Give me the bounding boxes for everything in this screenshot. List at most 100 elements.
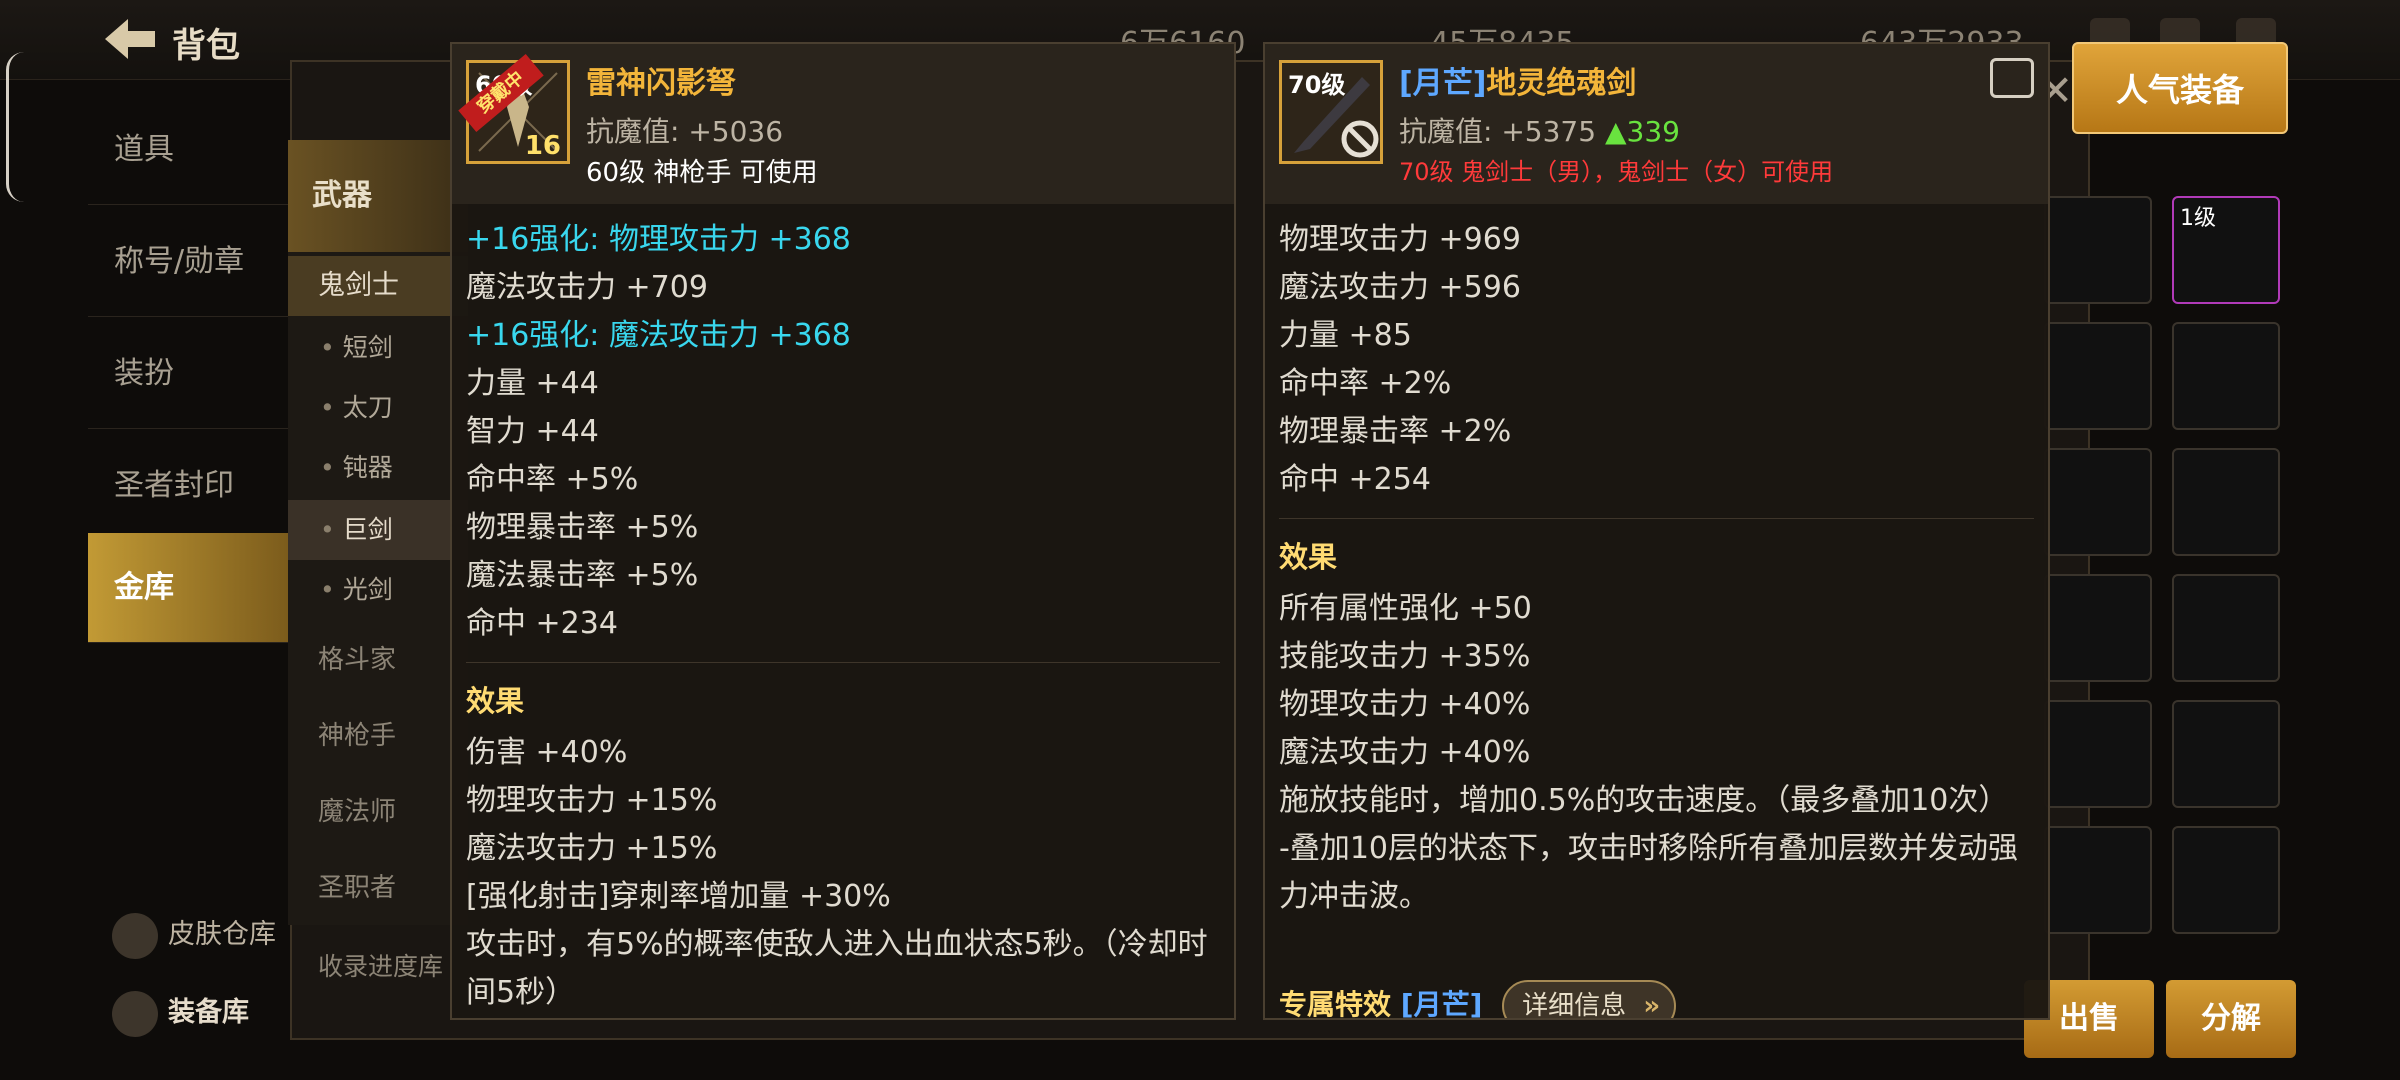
nav-item-vault[interactable]: 金库	[88, 533, 288, 643]
item-level-badge: 70级	[1288, 71, 1346, 99]
item-slot[interactable]: 1级	[2172, 196, 2280, 304]
nav-item-titles[interactable]: 称号/勋章	[88, 207, 288, 317]
stat-line: 物理攻击力 +969	[1279, 222, 1521, 257]
item-slot[interactable]	[2044, 448, 2152, 556]
effect-line: 魔法攻击力 +40%	[1279, 735, 1531, 770]
page-title: 背包	[172, 26, 240, 66]
effect-title: 效果	[466, 684, 525, 718]
tooltip-header: 70级 [月芒]地灵绝魂剑 抗魔值: +5375 ▲339 70级 鬼剑士（男）…	[1265, 44, 2048, 204]
class-fighter[interactable]: 格斗家	[288, 630, 468, 690]
item-name-text: 地灵绝魂剑	[1486, 66, 1637, 101]
popular-equipment-button[interactable]: 人气装备	[2072, 42, 2288, 134]
magic-resist-value: 抗魔值: +5375	[1399, 115, 1597, 148]
item-slot[interactable]	[2172, 322, 2280, 430]
collect-progress-label[interactable]: 收录进度库	[318, 950, 448, 984]
item-slot[interactable]	[2172, 700, 2280, 808]
item-name: [月芒]地灵绝魂剑	[1399, 58, 1636, 102]
item-slot[interactable]	[2172, 448, 2280, 556]
stat-line: 命中率 +5%	[466, 462, 639, 497]
equipment-storage-label: 装备库	[168, 997, 249, 1028]
stat-line: 魔法暴击率 +5%	[466, 558, 699, 593]
item-slot[interactable]	[2172, 826, 2280, 934]
effect-line: 施放技能时，增加0.5%的攻击速度。（最多叠加10次）	[1279, 783, 2009, 818]
effect-line: 物理攻击力 +15%	[466, 783, 718, 818]
nav-item-items[interactable]: 道具	[88, 95, 288, 205]
edge-handle	[6, 52, 24, 202]
effect-line: 技能攻击力 +35%	[1279, 639, 1531, 674]
stat-line: 智力 +44	[466, 414, 599, 449]
detail-info-label: 详细信息	[1522, 991, 1627, 1020]
stat-line: 力量 +85	[1279, 318, 1412, 353]
item-slot[interactable]	[2044, 574, 2152, 682]
armor-icon	[112, 990, 158, 1037]
item-tooltip-compare: 70级 [月芒]地灵绝魂剑 抗魔值: +5375 ▲339 70级 鬼剑士（男）…	[1263, 42, 2050, 1020]
stat-line: +16强化: 魔法攻击力 +368	[466, 318, 851, 353]
item-name: 雷神闪影弩	[586, 66, 736, 101]
item-name-tag: [月芒]	[1399, 66, 1487, 101]
tooltip-header: 60级 16 穿戴中 雷神闪影弩 抗魔值: +5036 60级 神枪手 可使用	[452, 44, 1234, 204]
class-mage[interactable]: 魔法师	[288, 782, 468, 842]
equipment-storage-button[interactable]: 装备库	[112, 990, 249, 1037]
effect-line: [强化射击]穿刺率增加量 +30%	[466, 879, 891, 914]
detail-info-button[interactable]: 详细信息 »	[1502, 980, 1677, 1020]
divider	[466, 662, 1220, 663]
magic-resist: 抗魔值: +5036	[586, 115, 784, 148]
effect-line: -叠加10层的状态下，攻击时移除所有叠加层数并发动强力冲击波。	[1279, 831, 2018, 914]
slot-level: 1级	[2180, 206, 2216, 231]
divider	[1279, 518, 2034, 519]
item-slot[interactable]	[2044, 196, 2152, 304]
item-slot[interactable]	[2044, 322, 2152, 430]
effect-line: 伤害 +40%	[466, 735, 628, 770]
stat-line: 魔法攻击力 +709	[466, 270, 708, 305]
weapon-katana[interactable]: 太刀	[288, 378, 468, 438]
weapon-lightsabre[interactable]: 光剑	[288, 560, 468, 620]
sub-nav: 武器 鬼剑士 短剑 太刀 钝器 巨剑 光剑 格斗家 神枪手 魔法师 圣职者	[288, 140, 468, 925]
exclusive-effect: 专属特效 [月芒] 详细信息 »	[1279, 980, 1677, 1020]
item-slot[interactable]	[2044, 826, 2152, 934]
item-tooltip-equipped: 60级 16 穿戴中 雷神闪影弩 抗魔值: +5036 60级 神枪手 可使用 …	[450, 42, 1236, 1020]
stat-list: +16强化: 物理攻击力 +368 魔法攻击力 +709 +16强化: 魔法攻击…	[466, 216, 1220, 1017]
stat-line: 物理暴击率 +2%	[1279, 414, 1512, 449]
weapon-shortsword[interactable]: 短剑	[288, 318, 468, 378]
nav-item-avatar[interactable]: 装扮	[88, 319, 288, 429]
effect-line: 所有属性强化 +50	[1279, 591, 1532, 626]
class-priest[interactable]: 圣职者	[288, 858, 468, 918]
stat-line: 魔法攻击力 +596	[1279, 270, 1521, 305]
skin-storage-label: 皮肤仓库	[168, 919, 276, 950]
class-slayer[interactable]: 鬼剑士	[288, 256, 468, 316]
item-slot[interactable]	[2172, 574, 2280, 682]
effect-line: 攻击时，有5%的概率使敌人进入出血状态5秒。（冷却时间5秒）	[466, 927, 1208, 1010]
nav-item-seal[interactable]: 圣者封印	[88, 431, 288, 541]
stat-line: 命中率 +2%	[1279, 366, 1452, 401]
stat-line: 物理暴击率 +5%	[466, 510, 699, 545]
exclusive-tag: [月芒]	[1400, 988, 1483, 1020]
weapon-club[interactable]: 钝器	[288, 438, 468, 498]
skin-storage-button[interactable]: 皮肤仓库	[112, 912, 276, 959]
magic-resist: 抗魔值: +5375 ▲339	[1399, 110, 1680, 150]
stat-line: 命中 +254	[1279, 462, 1431, 497]
effect-line: 魔法攻击力 +15%	[466, 831, 718, 866]
stat-line: 力量 +44	[466, 366, 599, 401]
requirement: 70级 鬼剑士（男），鬼剑士（女）可使用	[1399, 158, 1834, 186]
greatsword-icon: 70级	[1279, 60, 1383, 164]
crossbow-icon: 60级 16 穿戴中	[458, 53, 570, 164]
effect-title: 效果	[1279, 540, 1338, 574]
weapon-greatsword[interactable]: 巨剑	[288, 500, 468, 560]
brush-icon	[112, 912, 158, 959]
effect-line: 物理攻击力 +40%	[1279, 687, 1531, 722]
left-nav: 道具 称号/勋章 装扮 圣者封印 金库	[88, 95, 298, 655]
item-enhance-count: 16	[524, 131, 561, 161]
class-gunner[interactable]: 神枪手	[288, 706, 468, 766]
magic-resist-diff: ▲339	[1604, 115, 1680, 148]
stat-line: +16强化: 物理攻击力 +368	[466, 222, 851, 257]
category-weapon[interactable]: 武器	[288, 140, 468, 252]
double-chevron-icon: »	[1643, 991, 1661, 1020]
exclusive-label: 专属特效	[1279, 988, 1392, 1020]
decompose-button[interactable]: 分解	[2166, 980, 2296, 1058]
stat-line: 命中 +234	[466, 606, 618, 641]
requirement: 60级 神枪手 可使用	[586, 158, 818, 188]
back-arrow-icon[interactable]	[100, 14, 160, 64]
item-slot[interactable]	[2044, 700, 2152, 808]
stat-list: 物理攻击力 +969 魔法攻击力 +596 力量 +85 命中率 +2% 物理暴…	[1279, 216, 2034, 921]
share-icon[interactable]	[1990, 58, 2034, 98]
